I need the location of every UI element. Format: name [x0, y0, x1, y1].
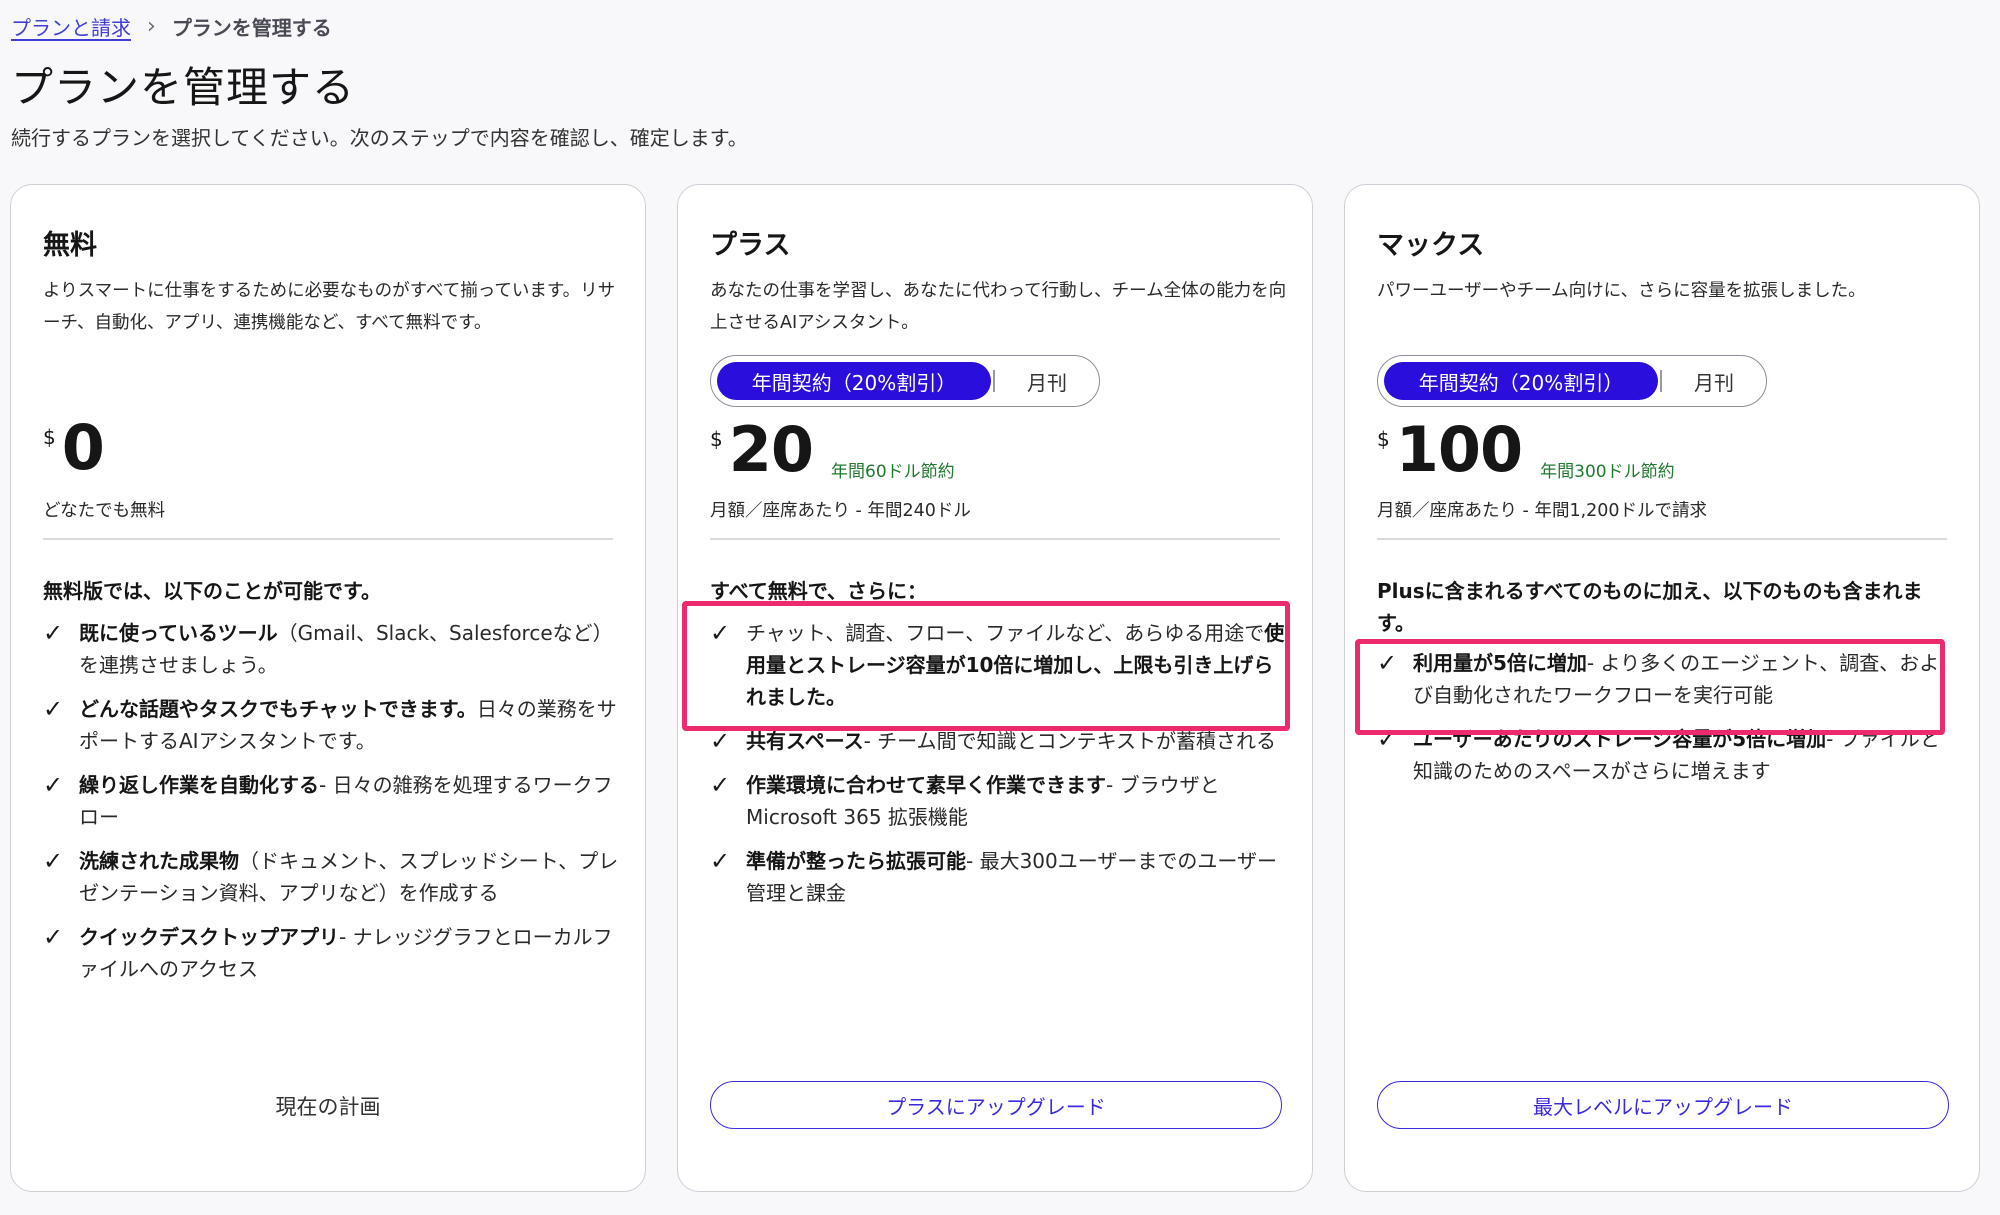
feature-item: ✓ クイックデスクトップアプリ- ナレッジグラフとローカルファイルへのアクセス — [43, 921, 623, 985]
billing-option-monthly[interactable]: 月刊 — [1674, 362, 1754, 400]
feature-text: チャット、調査、フロー、ファイルなど、あらゆる用途で — [746, 621, 1265, 645]
feature-bold: 作業環境に合わせて素早く作業できます — [746, 773, 1106, 797]
feature-bold: クイックデスクトップアプリ — [79, 925, 339, 949]
feature-bold: ユーザーあたりのストレージ容量が5倍に増加 — [1413, 727, 1827, 751]
billing-option-annual[interactable]: 年間契約（20%割引） — [1384, 362, 1658, 400]
feature-bold: どんな話題やタスクでもチャットできます。 — [79, 697, 477, 721]
savings-label: 年間300ドル節約 — [1540, 462, 1675, 482]
feature-item: ✓ 作業環境に合わせて素早く作業できます- ブラウザとMicrosoft 365… — [710, 769, 1290, 833]
feature-list: ✓ 既に使っているツール（Gmail、Slack、Salesforceなど）を連… — [43, 617, 623, 997]
billing-option-annual[interactable]: 年間契約（20%割引） — [717, 362, 991, 400]
plan-description: あなたの仕事を学習し、あなたに代わって行動し、チーム全体の能力を向上させるAIア… — [710, 281, 1287, 333]
feature-bold: 繰り返し作業を自動化する — [79, 773, 319, 797]
plan-card-max: マックス パワーユーザーやチーム向けに、さらに容量を拡張しました。 年間契約（2… — [1344, 184, 1980, 1192]
billing-period-toggle: 年間契約（20%割引） 月刊 — [1377, 355, 1767, 407]
currency-symbol: $ — [1377, 427, 1390, 451]
page-subtitle: 続行するプランを選択してください。次のステップで内容を確認し、確定します。 — [11, 126, 748, 150]
checkmark-icon: ✓ — [43, 619, 64, 647]
checkmark-icon: ✓ — [710, 847, 731, 875]
feature-item: ✓ 共有スペース- チーム間で知識とコンテキストが蓄積される — [710, 725, 1290, 757]
billing-option-monthly[interactable]: 月刊 — [1007, 362, 1087, 400]
plan-card-plus: プラス あなたの仕事を学習し、あなたに代わって行動し、チーム全体の能力を向上させ… — [677, 184, 1313, 1192]
chevron-right-icon: › — [147, 14, 156, 39]
checkmark-icon: ✓ — [43, 847, 64, 875]
feature-list: ✓ 利用量が5倍に増加- より多くのエージェント、調査、および自動化されたワーク… — [1377, 647, 1957, 799]
currency-symbol: $ — [710, 427, 723, 451]
price-amount: 20 — [728, 413, 814, 486]
checkmark-icon: ✓ — [43, 923, 64, 951]
features-heading: Plusに含まれるすべてのものに加え、以下のものも含まれます。 — [1377, 579, 1923, 635]
features-heading: 無料版では、以下のことが可能です。 — [43, 579, 381, 603]
checkmark-icon: ✓ — [43, 771, 64, 799]
feature-item: ✓ チャット、調査、フロー、ファイルなど、あらゆる用途で使用量とストレージ容量が… — [710, 617, 1290, 713]
toggle-separator — [1660, 370, 1662, 392]
feature-bold: 準備が整ったら拡張可能 — [746, 849, 966, 873]
price-amount: 100 — [1395, 413, 1523, 486]
upgrade-max-button[interactable]: 最大レベルにアップグレード — [1377, 1081, 1949, 1129]
feature-bold: 既に使っているツール — [79, 621, 278, 645]
price-row: $ 20 年間60ドル節約 — [710, 417, 955, 482]
checkmark-icon: ✓ — [1377, 649, 1398, 677]
breadcrumb-current: プランを管理する — [171, 16, 332, 40]
feature-list: ✓ チャット、調査、フロー、ファイルなど、あらゆる用途で使用量とストレージ容量が… — [710, 617, 1290, 921]
toggle-separator — [993, 370, 995, 392]
checkmark-icon: ✓ — [43, 695, 64, 723]
page-title: プランを管理する — [11, 63, 356, 112]
checkmark-icon: ✓ — [710, 727, 731, 755]
features-heading: すべて無料で、さらに： — [710, 579, 927, 603]
plan-description: よりスマートに仕事をするために必要なものがすべて揃っています。リサーチ、自動化、… — [43, 281, 616, 333]
checkmark-icon: ✓ — [1377, 725, 1398, 753]
plan-name: マックス — [1377, 230, 1485, 261]
feature-bold: 洗練された成果物 — [79, 849, 239, 873]
checkmark-icon: ✓ — [710, 619, 731, 647]
plan-name: 無料 — [43, 230, 97, 261]
price-amount: 0 — [61, 411, 105, 484]
feature-item: ✓ ユーザーあたりのストレージ容量が5倍に増加- ファイルと知識のためのスペース… — [1377, 723, 1957, 787]
plan-card-free: 無料 よりスマートに仕事をするために必要なものがすべて揃っています。リサーチ、自… — [10, 184, 646, 1192]
feature-text: - チーム間で知識とコンテキストが蓄積される — [863, 729, 1276, 753]
feature-bold: 共有スペース — [746, 729, 864, 753]
feature-bold: 利用量が5倍に増加 — [1413, 651, 1587, 675]
price-note: 月額／座席あたり - 年間1,200ドルで請求 — [1377, 501, 1708, 521]
feature-item: ✓ どんな話題やタスクでもチャットできます。日々の業務をサポートするAIアシスタ… — [43, 693, 623, 757]
price-row: $ 100 年間300ドル節約 — [1377, 417, 1675, 482]
checkmark-icon: ✓ — [710, 771, 731, 799]
breadcrumb-link-plans-billing[interactable]: プランと請求 — [11, 12, 131, 41]
current-plan-label: 現在の計画 — [275, 1095, 381, 1119]
divider — [1377, 538, 1947, 540]
billing-period-toggle: 年間契約（20%割引） 月刊 — [710, 355, 1100, 407]
price-note: 月額／座席あたり - 年間240ドル — [710, 501, 971, 521]
upgrade-plus-button[interactable]: プラスにアップグレード — [710, 1081, 1282, 1129]
price-row: $ 0 — [43, 411, 105, 484]
feature-item: ✓ 繰り返し作業を自動化する- 日々の雑務を処理するワークフロー — [43, 769, 623, 833]
plan-description: パワーユーザーやチーム向けに、さらに容量を拡張しました。 — [1377, 281, 1866, 301]
currency-symbol: $ — [43, 425, 56, 449]
feature-item: ✓ 既に使っているツール（Gmail、Slack、Salesforceなど）を連… — [43, 617, 623, 681]
feature-item: ✓ 準備が整ったら拡張可能- 最大300ユーザーまでのユーザー管理と課金 — [710, 845, 1290, 909]
savings-label: 年間60ドル節約 — [831, 462, 955, 482]
feature-item: ✓ 洗練された成果物（ドキュメント、スプレッドシート、プレゼンテーション資料、ア… — [43, 845, 623, 909]
breadcrumb: プランと請求 › プランを管理する — [11, 12, 332, 41]
price-note: どなたでも無料 — [43, 501, 166, 521]
divider — [43, 538, 613, 540]
feature-item: ✓ 利用量が5倍に増加- より多くのエージェント、調査、および自動化されたワーク… — [1377, 647, 1957, 711]
divider — [710, 538, 1280, 540]
plan-name: プラス — [710, 230, 791, 261]
